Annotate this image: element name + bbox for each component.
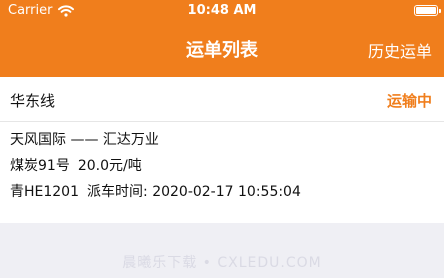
battery-icon [414, 5, 441, 16]
dispatch-label: 派车时间: [87, 184, 148, 200]
status-bar: Carrier 10:48 AM [0, 0, 444, 20]
header: Carrier 10:48 AM 运单列表 历史运单 [0, 0, 444, 77]
destination: 汇达万业 [102, 132, 159, 148]
watermark: 晨曦乐下载 • CXLEDU.COM [122, 255, 322, 271]
status-time: 10:48 AM [187, 3, 257, 18]
dispatch-time: 2020-02-17 10:55:04 [152, 184, 301, 200]
route-name: 华东线 [10, 92, 56, 110]
dispatch-line: 青HE1201 派车时间: 2020-02-17 10:55:04 [10, 181, 301, 201]
cargo-line: 煤炭91号 20.0元/吨 [10, 155, 142, 175]
plate-number: 青HE1201 [10, 184, 80, 200]
route-line: 天风国际 —— 汇达万业 [10, 129, 159, 149]
waybill-card[interactable]: 华东线 运输中 天风国际 —— 汇达万业 煤炭91号 20.0元/吨 青HE120… [0, 77, 444, 223]
origin: 天风国际 [10, 132, 66, 148]
waybill-header-row: 华东线 运输中 [0, 77, 444, 122]
cargo-price: 20.0元/吨 [77, 158, 142, 174]
route-separator: —— [70, 132, 99, 148]
status-badge: 运输中 [386, 92, 432, 110]
cargo-name: 煤炭91号 [10, 158, 70, 174]
history-waybill-button[interactable]: 历史运单 [368, 38, 432, 62]
